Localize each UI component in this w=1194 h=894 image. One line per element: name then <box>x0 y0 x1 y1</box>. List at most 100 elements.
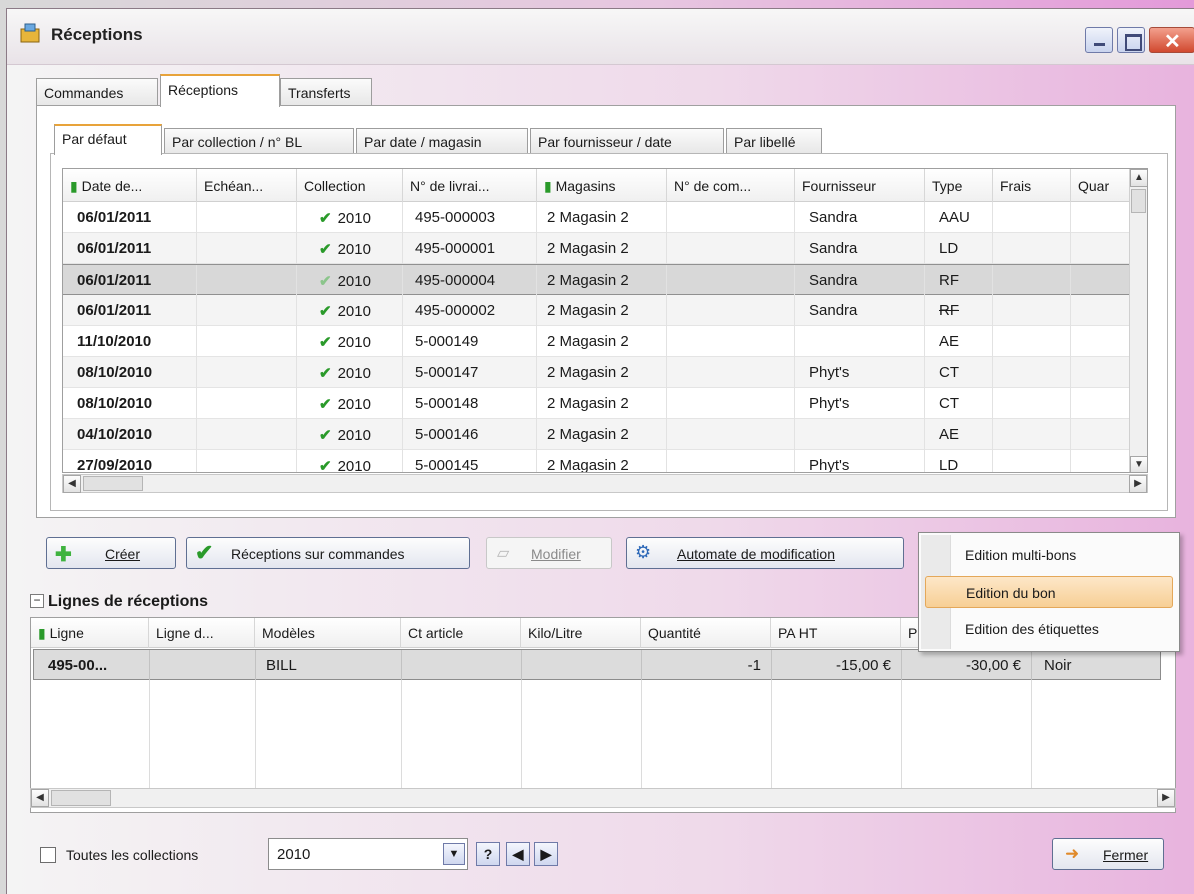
table-cell <box>993 233 1071 264</box>
col-kilo-litre[interactable]: Kilo/Litre <box>521 618 641 648</box>
cell-type: AAU <box>939 209 970 226</box>
table-row[interactable]: 08/10/2010 ✔ 2010 5-000148 2 Magasin 2 Phyt's… <box>63 388 1133 419</box>
tab-receptions[interactable]: Réceptions <box>160 74 280 107</box>
table-row[interactable]: 06/01/2011 ✔ 2010 495-000003 2 Magasin 2 Sand… <box>63 202 1133 233</box>
title-bar[interactable]: Réceptions ✕ <box>7 9 1194 65</box>
hscroll2-thumb[interactable] <box>51 790 111 806</box>
table-cell: Sandra <box>795 202 925 233</box>
table-row[interactable]: 06/01/2011 ✔ 2010 495-000004 2 Magasin 2 Sand… <box>63 264 1133 296</box>
col-commande[interactable]: N° de com... <box>667 169 795 202</box>
window-title: Réceptions <box>51 25 143 44</box>
check-icon: ✔ <box>319 334 332 351</box>
scroll-up-icon[interactable]: ▲ <box>1130 169 1147 187</box>
table-cell <box>1071 265 1133 296</box>
col-ligne[interactable]: ▮ Ligne <box>31 618 149 648</box>
receptions-commandes-button[interactable]: ✔ Réceptions sur commandes <box>186 537 470 569</box>
table-cell <box>993 388 1071 419</box>
menu-item-multi-bons[interactable]: Edition multi-bons <box>925 539 1173 571</box>
col-quantite2[interactable]: Quantité <box>641 618 771 648</box>
table-row[interactable]: 06/01/2011 ✔ 2010 495-000001 2 Magasin 2 Sand… <box>63 233 1133 264</box>
table-cell <box>993 357 1071 388</box>
menu-item-etiquettes[interactable]: Edition des étiquettes <box>925 613 1173 645</box>
toutes-collections-checkbox[interactable] <box>40 847 56 863</box>
horizontal-scrollbar[interactable]: ◀ ▶ <box>62 474 1148 493</box>
col-pa-ht[interactable]: PA HT <box>771 618 901 648</box>
col-frais[interactable]: Frais <box>993 169 1071 202</box>
tab-par-defaut[interactable]: Par défaut <box>54 124 162 155</box>
col-collection[interactable]: Collection <box>297 169 403 202</box>
scroll-right-icon[interactable]: ▶ <box>1157 789 1175 807</box>
cell-collection: 2010 <box>337 241 371 258</box>
scroll-left-icon[interactable]: ◀ <box>63 475 81 493</box>
table-cell: CT <box>925 357 993 388</box>
tab-transferts[interactable]: Transferts <box>280 78 372 106</box>
cell-kilo <box>522 650 642 681</box>
cell-total: -30,00 € <box>902 650 1032 681</box>
scroll-down-icon[interactable]: ▼ <box>1130 456 1147 472</box>
check-icon: ✔ <box>319 427 332 444</box>
table-cell: LD <box>925 450 993 472</box>
maximize-button[interactable] <box>1117 27 1145 53</box>
cell-quantite: -1 <box>642 650 772 681</box>
chevron-down-icon[interactable]: ▼ <box>443 843 465 865</box>
check-icon: ✔ <box>319 241 332 258</box>
fermer-button[interactable]: ➜ Fermer <box>1052 838 1164 870</box>
creer-button[interactable]: ✚ Créer <box>46 537 176 569</box>
lines-horizontal-scrollbar[interactable]: ◀ ▶ <box>30 788 1176 808</box>
table-row[interactable]: 27/09/2010 ✔ 2010 5-000145 2 Magasin 2 Phyt's… <box>63 450 1133 472</box>
table-cell <box>1071 326 1133 357</box>
table-cell <box>993 450 1071 472</box>
next-button[interactable]: ▶ <box>534 842 558 866</box>
table-row[interactable]: 08/10/2010 ✔ 2010 5-000147 2 Magasin 2 Phyt's… <box>63 357 1133 388</box>
table-cell: ✔ 2010 <box>297 357 403 388</box>
vertical-scrollbar[interactable]: ▲ ▼ <box>1129 169 1147 472</box>
minimize-button[interactable] <box>1085 27 1113 53</box>
scroll-left-icon[interactable]: ◀ <box>31 789 49 807</box>
table-row[interactable]: 04/10/2010 ✔ 2010 5-000146 2 Magasin 2 AE <box>63 419 1133 450</box>
col-echeance[interactable]: Echéan... <box>197 169 297 202</box>
cell-magasin: 2 Magasin 2 <box>547 240 629 257</box>
table-row[interactable]: 11/10/2010 ✔ 2010 5-000149 2 Magasin 2 AE <box>63 326 1133 357</box>
hscroll-thumb[interactable] <box>83 476 143 491</box>
collapse-icon[interactable]: − <box>30 594 44 608</box>
edit-icon: ▱ <box>497 545 510 562</box>
table-cell: 08/10/2010 <box>63 357 197 388</box>
table-cell: 5-000149 <box>403 326 537 357</box>
tab-par-fournisseur[interactable]: Par fournisseur / date <box>530 128 724 154</box>
table-cell: Sandra <box>795 233 925 264</box>
automate-button[interactable]: ⚙ Automate de modification <box>626 537 904 569</box>
table-cell <box>197 326 297 357</box>
col-ct-article[interactable]: Ct article <box>401 618 521 648</box>
table-cell <box>795 326 925 357</box>
col-type[interactable]: Type <box>925 169 993 202</box>
col-quantite[interactable]: Quar <box>1071 169 1131 202</box>
table-cell: 495-000004 <box>403 265 537 296</box>
scroll-thumb[interactable] <box>1131 189 1146 213</box>
collection-select[interactable]: 2010 ▼ <box>268 838 468 870</box>
menu-item-edition-bon[interactable]: Edition du bon <box>925 576 1173 608</box>
table-cell: 2 Magasin 2 <box>537 388 667 419</box>
table-row[interactable]: 06/01/2011 ✔ 2010 495-000002 2 Magasin 2 Sand… <box>63 295 1133 326</box>
tab-par-libelle[interactable]: Par libellé <box>726 128 822 154</box>
col-bl[interactable]: N° de livrai... <box>403 169 537 202</box>
col-fournisseur[interactable]: Fournisseur <box>795 169 925 202</box>
table-cell <box>667 357 795 388</box>
col-magasins[interactable]: ▮ Magasins <box>537 169 667 202</box>
col-date[interactable]: ▮ Date de... <box>63 169 197 202</box>
tab-commandes[interactable]: Commandes <box>36 78 158 106</box>
help-button[interactable]: ? <box>476 842 500 866</box>
col-ligne-label: Ligne <box>49 625 84 641</box>
table-cell: 2 Magasin 2 <box>537 326 667 357</box>
table-cell: 08/10/2010 <box>63 388 197 419</box>
col-ligne-d[interactable]: Ligne d... <box>149 618 255 648</box>
scroll-right-icon[interactable]: ▶ <box>1129 475 1147 493</box>
cell-bl: 5-000149 <box>415 333 479 350</box>
modifier-button[interactable]: ▱ Modifier <box>486 537 612 569</box>
tab-par-collection[interactable]: Par collection / n° BL <box>164 128 354 154</box>
col-modeles[interactable]: Modèles <box>255 618 401 648</box>
receptions-grid[interactable]: ▮ Date de... Echéan... Collection N° de … <box>62 168 1148 473</box>
prev-button[interactable]: ◀ <box>506 842 530 866</box>
lines-row[interactable]: 495-00... BILL -1 -15,00 € -30,00 € Noir <box>33 649 1161 681</box>
tab-par-date-magasin[interactable]: Par date / magasin <box>356 128 528 154</box>
close-button[interactable]: ✕ <box>1149 27 1194 53</box>
